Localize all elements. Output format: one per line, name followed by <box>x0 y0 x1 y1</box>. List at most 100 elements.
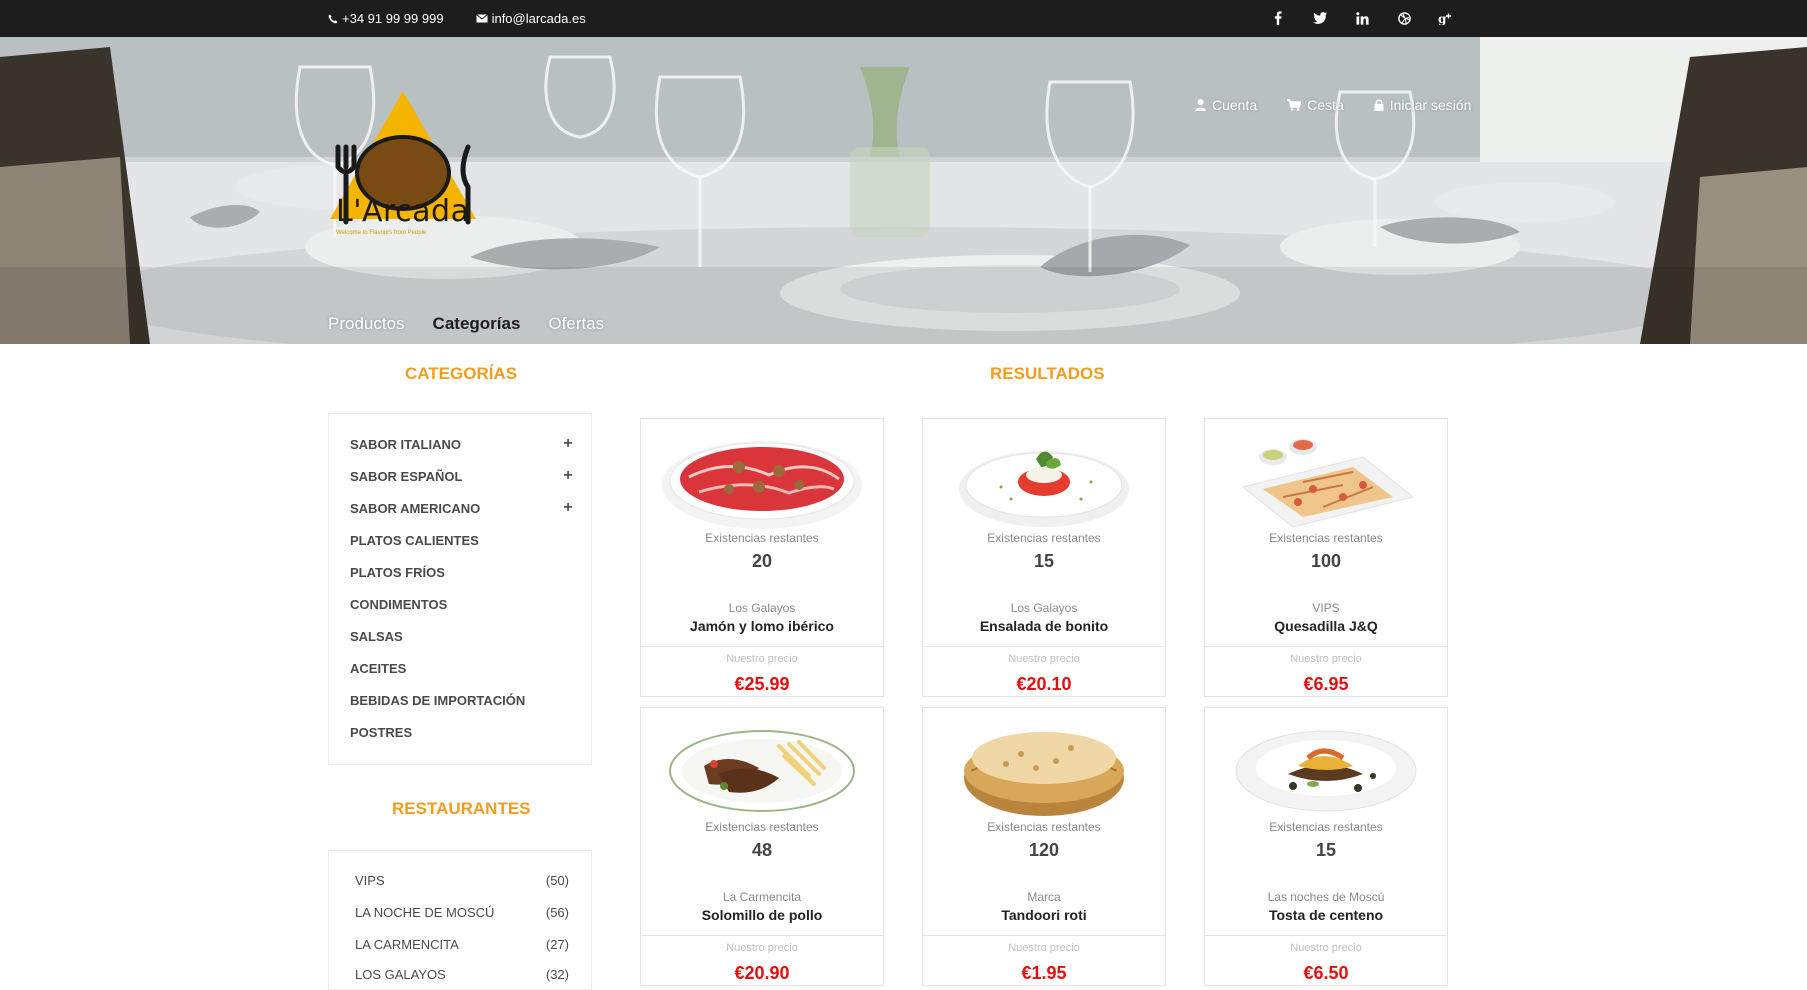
category-item[interactable]: BEBIDAS DE IMPORTACIÓN <box>350 690 575 710</box>
product-name[interactable]: Tosta de centeno <box>1205 907 1447 923</box>
login-link[interactable]: Iniciar sesión <box>1374 97 1471 113</box>
email-contact[interactable]: info@larcada.es <box>475 11 586 26</box>
product-card[interactable]: Existencias restantes 20 Los Galayos Jam… <box>640 418 884 697</box>
restaurant-item[interactable]: LA NOCHE DE MOSCÚ (56) <box>355 902 569 922</box>
main-navigation: Productos Categorías Ofertas <box>328 314 604 334</box>
stock-value: 48 <box>751 840 773 860</box>
stock-label: Existencias restantes <box>987 820 1101 834</box>
stock-label: Existencias restantes <box>705 820 819 834</box>
email-address: info@larcada.es <box>491 11 586 26</box>
price-label: Nuestro precio <box>1008 942 1080 954</box>
stock-value: 20 <box>751 551 773 571</box>
product-card[interactable]: Existencias restantes 100 VIPS Quesadill… <box>1204 418 1448 697</box>
category-label: BEBIDAS DE IMPORTACIÓN <box>350 692 526 708</box>
category-label: SABOR ESPAÑOL <box>350 468 463 484</box>
phone-number: +34 91 99 99 999 <box>342 11 444 26</box>
restaurant-item[interactable]: LOS GALAYOS (32) <box>355 964 569 984</box>
product-brand: Marca <box>1027 890 1061 904</box>
hero-banner: L'Arcada Welcome to Flavours from People… <box>0 37 1807 344</box>
restaurant-item[interactable]: VIPS (50) <box>355 870 569 890</box>
category-label: SALSAS <box>350 628 403 644</box>
product-price: €1.95 <box>1021 963 1067 983</box>
nav-ofertas[interactable]: Ofertas <box>548 314 604 334</box>
nav-productos[interactable]: Productos <box>328 314 405 334</box>
plus-icon[interactable]: + <box>561 467 575 485</box>
logo-text: L'Arcada <box>336 194 470 229</box>
product-price: €6.95 <box>1303 674 1349 694</box>
linkedin-icon[interactable] <box>1354 9 1370 27</box>
product-brand: Los Galayos <box>728 601 796 615</box>
product-image-solomillo[interactable] <box>659 716 865 821</box>
stock-label: Existencias restantes <box>705 531 819 545</box>
category-item[interactable]: ACEITES <box>350 658 575 678</box>
restaurant-label: LA NOCHE DE MOSCÚ <box>355 904 495 920</box>
product-brand: Las noches de Moscú <box>1267 890 1385 904</box>
category-item[interactable]: SABOR ESPAÑOL + <box>350 466 575 486</box>
product-card[interactable]: Existencias restantes 15 Las noches de M… <box>1204 707 1448 986</box>
product-name[interactable]: Ensalada de bonito <box>923 618 1165 634</box>
restaurant-count: (32) <box>545 966 569 982</box>
product-card[interactable]: Existencias restantes 120 Marca Tandoori… <box>922 707 1166 986</box>
account-links: Cuenta Cesta Iniciar sesión <box>1195 97 1471 113</box>
product-name[interactable]: Quesadilla J&Q <box>1205 618 1447 634</box>
plus-icon[interactable]: + <box>561 499 575 517</box>
plus-icon[interactable]: + <box>561 435 575 453</box>
account-label: Cuenta <box>1212 97 1258 113</box>
product-name[interactable]: Solomillo de pollo <box>641 907 883 923</box>
product-image-jamon[interactable] <box>659 427 865 532</box>
product-image-tandoori[interactable] <box>941 716 1147 821</box>
category-item[interactable]: SABOR ITALIANO + <box>350 434 575 454</box>
category-label: POSTRES <box>350 724 413 740</box>
twitter-icon[interactable] <box>1312 9 1328 27</box>
facebook-icon[interactable] <box>1270 9 1286 27</box>
product-image-ensalada[interactable] <box>941 427 1147 532</box>
price-label: Nuestro precio <box>1290 653 1362 665</box>
product-name[interactable]: Jamón y lomo ibérico <box>641 618 883 634</box>
stock-label: Existencias restantes <box>1269 820 1383 834</box>
card-divider <box>1205 646 1447 647</box>
restaurant-count: (27) <box>545 936 569 952</box>
phone-contact[interactable]: +34 91 99 99 999 <box>328 11 444 26</box>
restaurants-title: RESTAURANTES <box>392 799 531 818</box>
logo-tagline: Welcome to Flavours from People <box>336 230 427 236</box>
lock-icon <box>1374 99 1384 111</box>
restaurant-count: (50) <box>545 872 569 888</box>
category-label: CONDIMENTOS <box>350 596 448 612</box>
product-brand: Los Galayos <box>1010 601 1078 615</box>
stock-value: 120 <box>1028 840 1060 860</box>
price-label: Nuestro precio <box>1290 942 1362 954</box>
category-item[interactable]: PLATOS FRÍOS <box>350 562 575 582</box>
stock-label: Existencias restantes <box>987 531 1101 545</box>
card-divider <box>923 646 1165 647</box>
results-title: RESULTADOS <box>990 364 1105 383</box>
google-plus-icon[interactable]: g <box>1438 9 1454 27</box>
product-brand: La Carmencita <box>722 890 802 904</box>
nav-categorias[interactable]: Categorías <box>433 314 521 334</box>
product-image-tosta[interactable] <box>1223 716 1429 821</box>
category-item[interactable]: POSTRES <box>350 722 575 742</box>
card-divider <box>923 935 1165 936</box>
cart-label: Cesta <box>1307 97 1344 113</box>
cart-link[interactable]: Cesta <box>1287 97 1344 113</box>
category-item[interactable]: SABOR AMERICANO + <box>350 498 575 518</box>
user-icon <box>1195 99 1206 111</box>
product-image-quesadilla[interactable] <box>1223 427 1429 532</box>
price-label: Nuestro precio <box>726 942 798 954</box>
dribbble-icon[interactable] <box>1396 9 1412 27</box>
category-item[interactable]: CONDIMENTOS <box>350 594 575 614</box>
restaurant-item[interactable]: LA CARMENCITA (27) <box>355 934 569 954</box>
card-divider <box>641 646 883 647</box>
category-label: SABOR AMERICANO <box>350 500 481 516</box>
restaurant-label: LOS GALAYOS <box>355 966 446 982</box>
product-card[interactable]: Existencias restantes 48 La Carmencita S… <box>640 707 884 986</box>
account-link[interactable]: Cuenta <box>1195 97 1257 113</box>
product-name[interactable]: Tandoori roti <box>923 907 1165 923</box>
envelope-icon <box>475 14 488 23</box>
product-card[interactable]: Existencias restantes 15 Los Galayos Ens… <box>922 418 1166 697</box>
phone-icon <box>328 14 338 23</box>
category-label: PLATOS FRÍOS <box>350 564 445 580</box>
category-item[interactable]: PLATOS CALIENTES <box>350 530 575 550</box>
stock-value: 100 <box>1310 551 1342 571</box>
category-item[interactable]: SALSAS <box>350 626 575 646</box>
product-price: €20.90 <box>734 963 790 983</box>
